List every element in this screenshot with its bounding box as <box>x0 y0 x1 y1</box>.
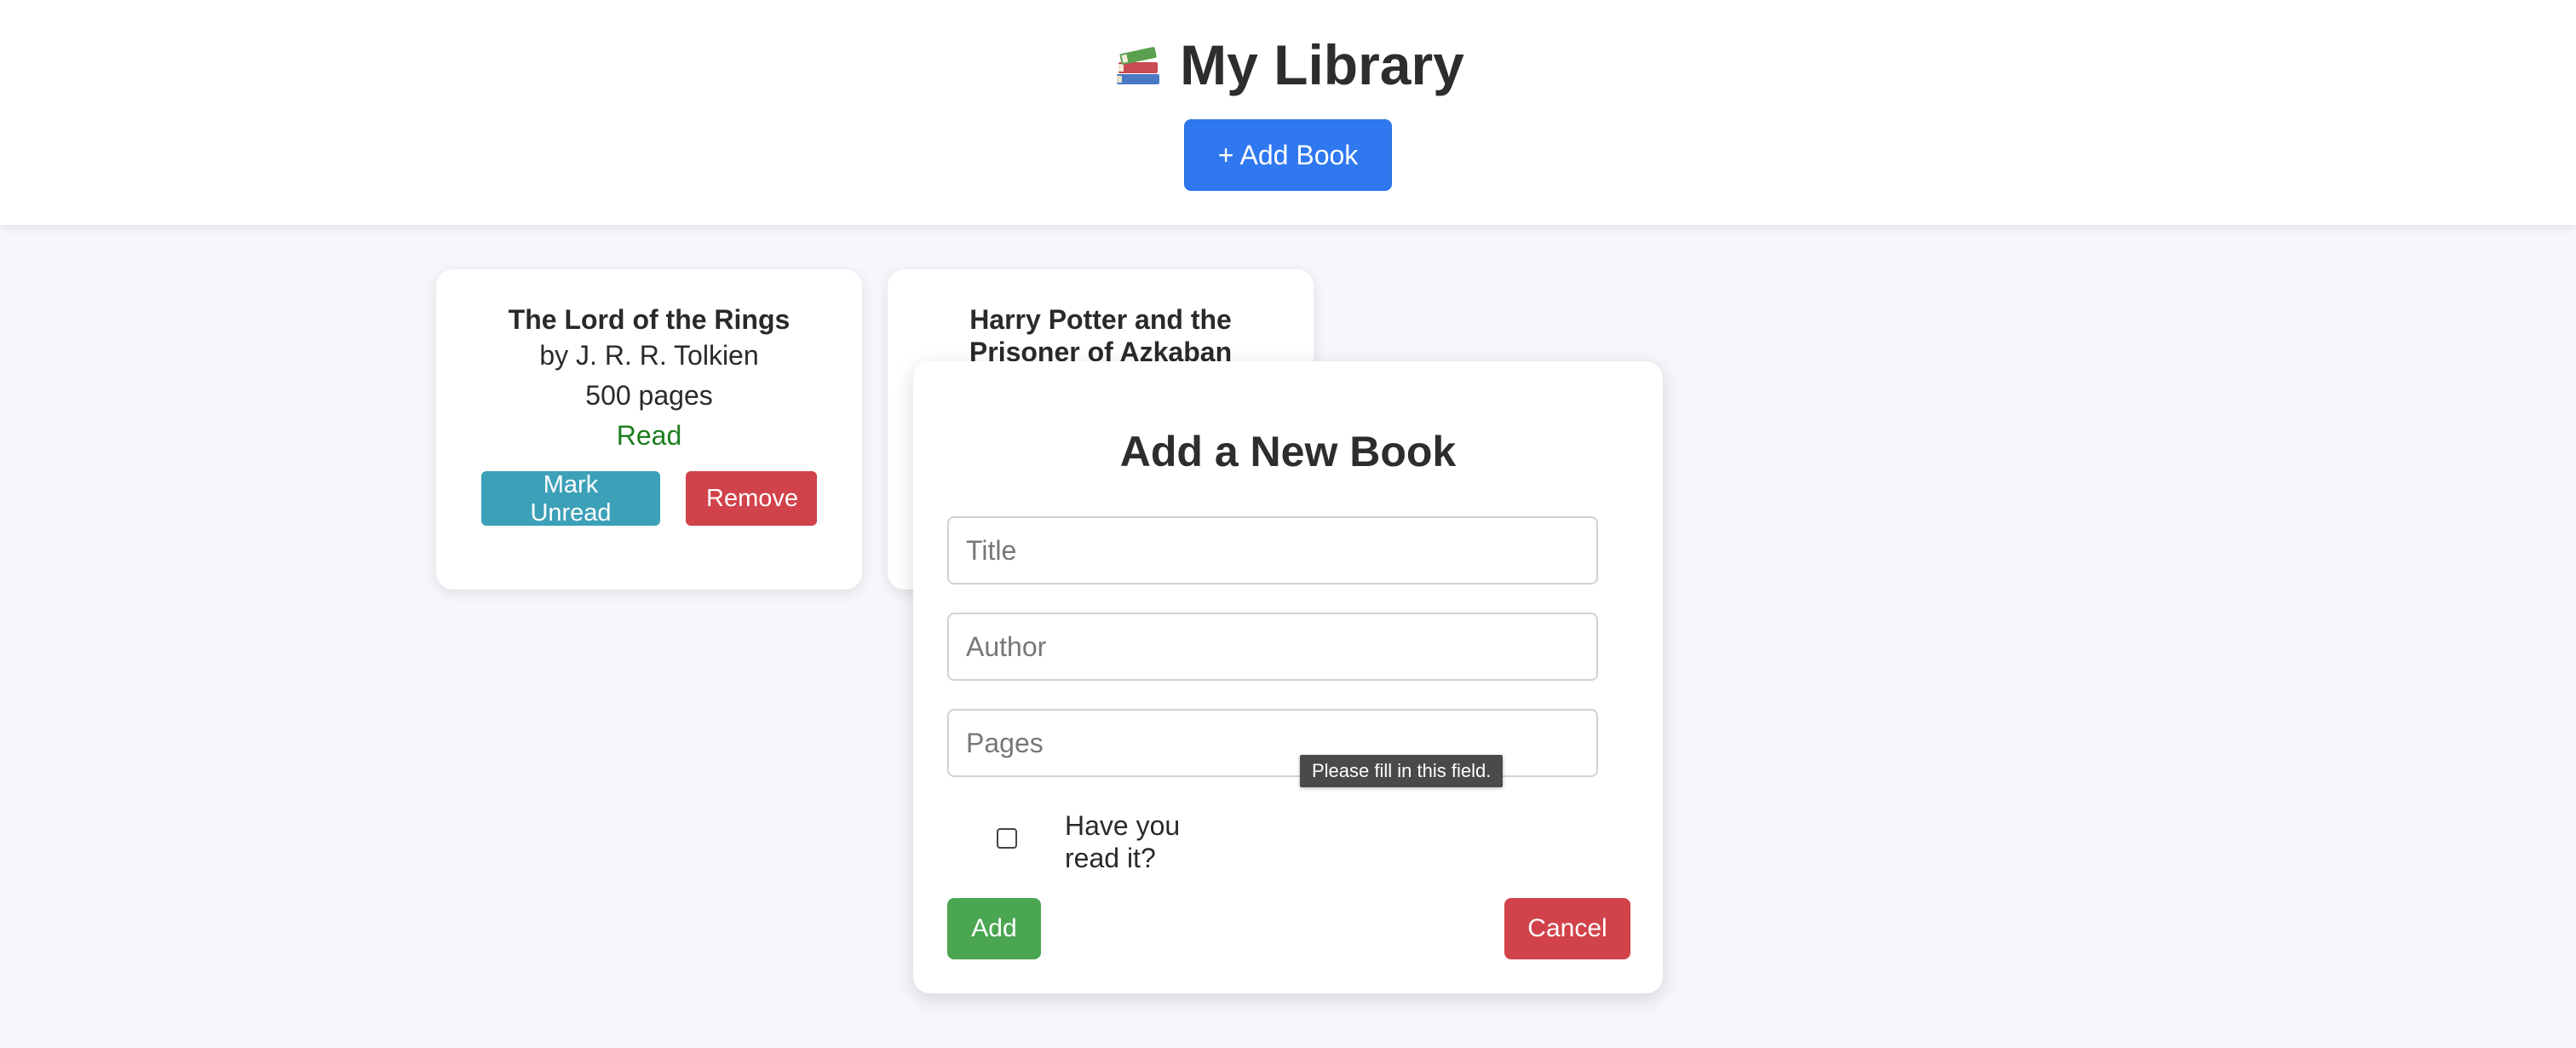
remove-button[interactable]: Remove <box>686 471 817 526</box>
validation-tooltip: Please fill in this field. <box>1300 755 1504 787</box>
add-book-button[interactable]: + Add Book <box>1184 119 1392 191</box>
cancel-button[interactable]: Cancel <box>1504 898 1630 959</box>
books-icon <box>1117 47 1160 84</box>
read-checkbox[interactable] <box>997 828 1017 849</box>
book-pages: 500 pages <box>585 380 713 411</box>
book-card: The Lord of the Rings by J. R. R. Tolkie… <box>436 269 862 590</box>
book-title: The Lord of the Rings <box>508 304 791 335</box>
page-title: My Library <box>0 31 2576 99</box>
title-input[interactable] <box>947 516 1598 584</box>
read-label: Have you read it? <box>1065 810 1181 873</box>
app-title-text: My Library <box>1180 33 1464 96</box>
book-actions: Mark Unread Remove <box>436 471 862 527</box>
mark-unread-button[interactable]: Mark Unread <box>481 471 660 527</box>
add-button[interactable]: Add <box>947 898 1041 959</box>
app-header: My Library + Add Book <box>0 0 2576 225</box>
book-status: Read <box>616 420 682 451</box>
add-book-dialog: Add a New Book Please fill in this field… <box>913 361 1663 993</box>
dialog-title: Add a New Book <box>1119 428 1457 475</box>
author-input[interactable] <box>947 613 1598 681</box>
book-author: by J. R. R. Tolkien <box>539 340 759 371</box>
book-title: Harry Potter and the Prisoner of Azkaban <box>969 304 1233 367</box>
